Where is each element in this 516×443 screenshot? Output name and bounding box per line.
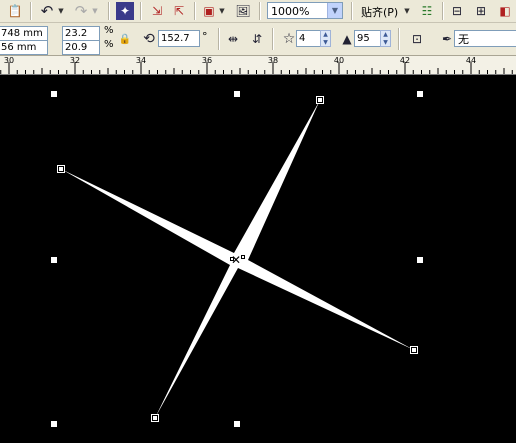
wrap-paragraph-text-icon[interactable]: ⊡: [408, 30, 426, 48]
lock-ratio-icon[interactable]: 🔒: [116, 30, 134, 48]
redo-dropdown-icon: ▼: [92, 7, 98, 15]
rotation-icon: ⟲: [143, 31, 155, 47]
separator: [398, 28, 400, 50]
application-launcher-icon[interactable]: ✦: [116, 2, 134, 20]
separator: [108, 2, 110, 20]
snap-dropdown-icon[interactable]: ▼: [404, 2, 410, 20]
scale-y-field[interactable]: 20.9: [62, 40, 100, 55]
selection-handle-top-middle[interactable]: [234, 91, 240, 97]
shape-node[interactable]: [411, 347, 417, 353]
selection-handle-middle-left[interactable]: [51, 257, 57, 263]
publish-pdf-icon[interactable]: ▣: [200, 2, 218, 20]
corel-options-icon[interactable]: ◧: [496, 2, 514, 20]
ruler-label: 40: [333, 56, 345, 65]
separator: [194, 2, 196, 20]
ruler-label: 42: [399, 56, 411, 65]
percent-label: %: [104, 25, 114, 36]
shape-node[interactable]: [241, 255, 245, 259]
center-of-rotation-icon[interactable]: ✕: [231, 254, 241, 266]
scale-x-field[interactable]: 23.2: [62, 26, 100, 41]
percent-label: %: [104, 39, 114, 50]
grid-options-icon[interactable]: ⊞: [472, 2, 490, 20]
export-icon[interactable]: ⇱: [170, 2, 188, 20]
zoom-level-value: 1000%: [271, 5, 310, 18]
selection-handle-top-right[interactable]: [417, 91, 423, 97]
shape-node[interactable]: [58, 166, 64, 172]
selection-handle-middle-right[interactable]: [417, 257, 423, 263]
undo-dropdown-icon[interactable]: ▼: [58, 2, 64, 20]
selection-handle-bottom-middle[interactable]: [234, 421, 240, 427]
redo-icon: ↷: [74, 2, 88, 20]
separator: [259, 2, 261, 20]
ruler-label: 44: [465, 56, 477, 65]
snap-to-menu-label[interactable]: 贴齐(P): [361, 4, 398, 20]
zoom-level-select[interactable]: 1000% ▼: [267, 2, 343, 19]
separator: [442, 2, 444, 20]
star-shape[interactable]: [0, 75, 516, 443]
property-bar: 748 mm 56 mm 23.2 20.9 % % 🔒 ⟲ 152.7 ° ⇹…: [0, 23, 516, 56]
undo-icon[interactable]: ↶: [38, 2, 56, 20]
separator: [218, 28, 220, 50]
ruler-label: 32: [69, 56, 81, 65]
separator: [351, 2, 353, 20]
publish-dropdown-icon[interactable]: ▼: [219, 2, 225, 20]
options-list-icon[interactable]: ☷: [418, 2, 436, 20]
sharpness-spinner-icon[interactable]: ▲ ▼: [380, 30, 391, 47]
object-width-field[interactable]: 748 mm: [0, 26, 48, 41]
selection-handle-bottom-left[interactable]: [51, 421, 57, 427]
selection-handle-top-left[interactable]: [51, 91, 57, 97]
separator: [140, 2, 142, 20]
shape-node[interactable]: [317, 97, 323, 103]
star-sharpness-field[interactable]: 95: [354, 30, 382, 47]
paste-icon[interactable]: 📋: [6, 2, 24, 20]
degree-label: °: [202, 30, 208, 43]
chevron-down-icon[interactable]: ▼: [327, 3, 342, 18]
separator: [272, 28, 274, 50]
welcome-screen-icon[interactable]: ⊟: [448, 2, 466, 20]
horizontal-ruler[interactable]: 30 32 34 36 38 40 42 44: [0, 56, 516, 75]
star-points-field[interactable]: 4: [296, 30, 322, 47]
mirror-vertical-icon[interactable]: ⇵: [248, 30, 266, 48]
shape-node[interactable]: [152, 415, 158, 421]
fullscreen-preview-icon[interactable]: 🖼: [234, 2, 252, 20]
ruler-label: 30: [3, 56, 15, 65]
rotation-angle-field[interactable]: 152.7: [158, 30, 200, 47]
ruler-label: 38: [267, 56, 279, 65]
ruler-label: 34: [135, 56, 147, 65]
ruler-label: 36: [201, 56, 213, 65]
drawing-canvas[interactable]: ✕: [0, 75, 516, 443]
outline-width-value: 无: [458, 33, 469, 46]
object-height-field[interactable]: 56 mm: [0, 40, 48, 55]
mirror-horizontal-icon[interactable]: ⇹: [224, 30, 242, 48]
separator: [30, 2, 32, 20]
standard-toolbar: 📋 ↶ ▼ ↷ ▼ ✦ ⇲ ⇱ ▣ ▼ 🖼 1000% ▼ 贴齐(P) ▼ ☷ …: [0, 0, 516, 23]
points-spinner-icon[interactable]: ▲ ▼: [320, 30, 331, 47]
outline-width-select[interactable]: 无: [454, 30, 516, 47]
import-icon[interactable]: ⇲: [148, 2, 166, 20]
